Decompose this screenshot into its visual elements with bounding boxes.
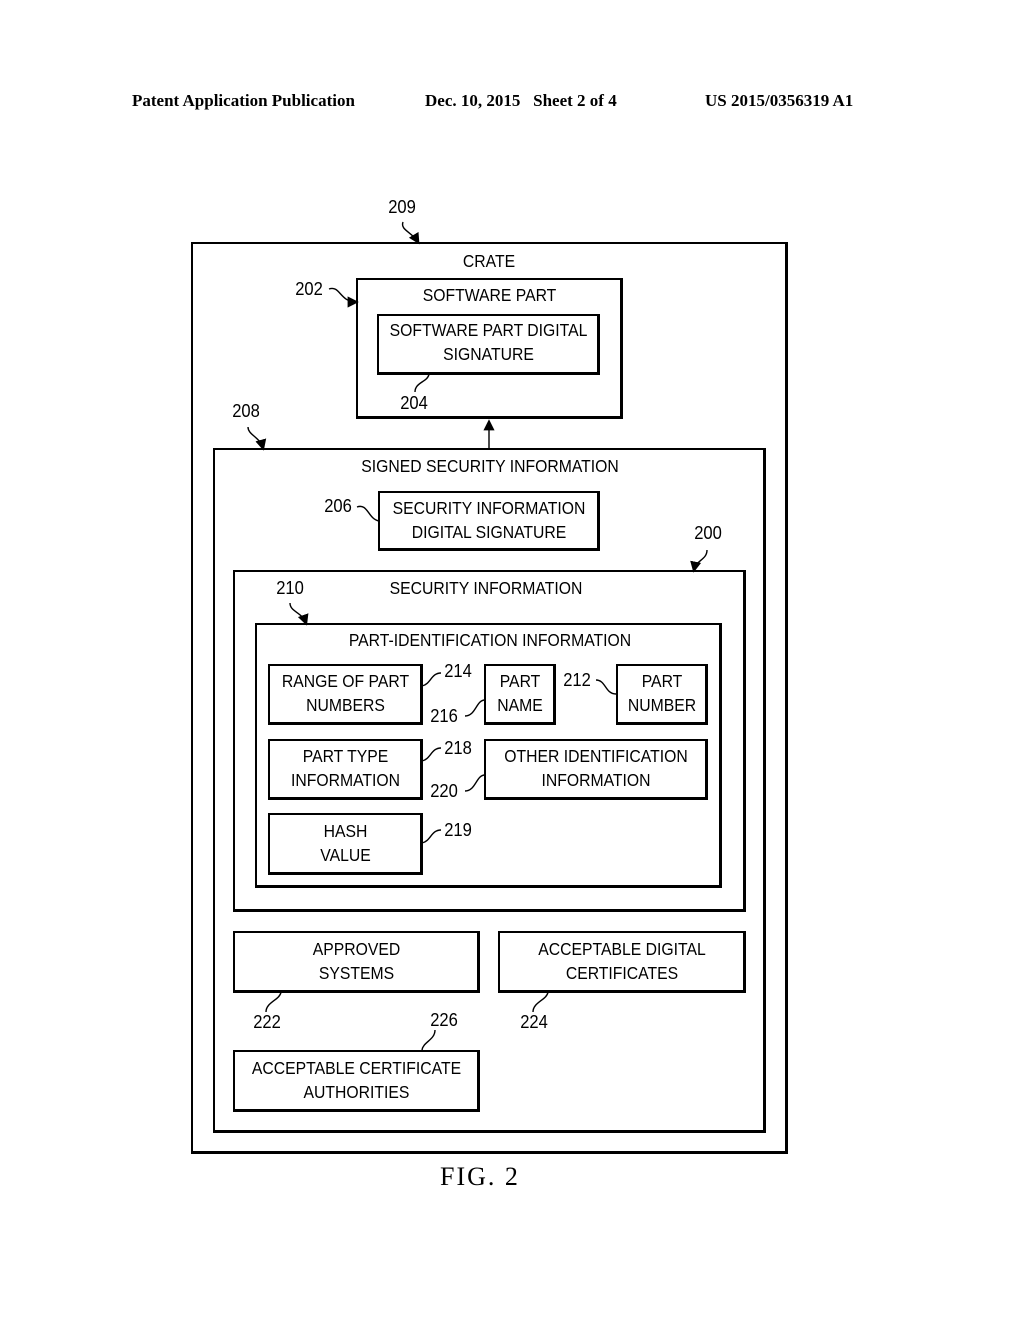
hash-value-line2: VALUE: [320, 845, 371, 865]
part-type-information-line2: INFORMATION: [290, 770, 401, 790]
part-identification-title: PART-IDENTIFICATION INFORMATION: [348, 630, 632, 650]
approved-systems-line2: SYSTEMS: [318, 963, 395, 983]
acceptable-digital-certificates-line1: ACCEPTABLE DIGITAL: [538, 939, 706, 959]
crate-title: CRATE: [462, 251, 516, 271]
security-information-signature-line2: DIGITAL SIGNATURE: [411, 522, 567, 542]
part-number-line2: NUMBER: [627, 695, 697, 715]
ref-210: 210: [276, 578, 304, 598]
approved-systems-line1: APPROVED: [312, 939, 401, 959]
hash-value-line1: HASH: [323, 821, 368, 841]
ref-218: 218: [444, 738, 472, 758]
software-part-signature-line2: SIGNATURE: [443, 344, 534, 364]
ref-214: 214: [444, 661, 472, 681]
ref-220: 220: [430, 781, 458, 801]
range-of-part-numbers-line1: RANGE OF PART: [281, 671, 410, 691]
other-identification-information-line2: INFORMATION: [541, 770, 651, 790]
acceptable-digital-certificates-line2: CERTIFICATES: [565, 963, 679, 983]
ref-209: 209: [388, 197, 416, 217]
part-name-line2: NAME: [497, 695, 543, 715]
ref-200: 200: [694, 523, 722, 543]
software-part-title: SOFTWARE PART: [422, 285, 557, 305]
other-identification-information-line1: OTHER IDENTIFICATION: [504, 746, 688, 766]
ref-206: 206: [324, 496, 352, 516]
figure-caption: FIG. 2: [440, 1162, 520, 1191]
part-name-line1: PART: [499, 671, 541, 691]
ref-224: 224: [520, 1012, 548, 1032]
security-information-title: SECURITY INFORMATION: [389, 578, 583, 598]
ref-222: 222: [253, 1012, 281, 1032]
ref-226: 226: [430, 1010, 458, 1030]
publication-label: Patent Application Publication: [132, 91, 355, 110]
patent-number-label: US 2015/0356319 A1: [705, 91, 854, 110]
ref-202: 202: [295, 279, 323, 299]
acceptable-certificate-authorities-line1: ACCEPTABLE CERTIFICATE: [251, 1058, 462, 1078]
ref-216: 216: [430, 706, 458, 726]
ref-212: 212: [563, 670, 591, 690]
signed-security-information-title: SIGNED SECURITY INFORMATION: [361, 456, 619, 476]
security-information-signature-line1: SECURITY INFORMATION: [392, 498, 586, 518]
part-type-information-line1: PART TYPE: [302, 746, 389, 766]
part-number-line1: PART: [641, 671, 683, 691]
date-sheet-label: Dec. 10, 2015 Sheet 2 of 4: [425, 91, 617, 110]
range-of-part-numbers-line2: NUMBERS: [306, 695, 385, 715]
leader-209: [401, 221, 420, 245]
ref-208: 208: [232, 401, 260, 421]
software-part-signature-line1: SOFTWARE PART DIGITAL: [389, 320, 588, 340]
acceptable-certificate-authorities-line2: AUTHORITIES: [303, 1082, 410, 1102]
ref-219: 219: [444, 820, 472, 840]
ref-204: 204: [400, 393, 428, 413]
